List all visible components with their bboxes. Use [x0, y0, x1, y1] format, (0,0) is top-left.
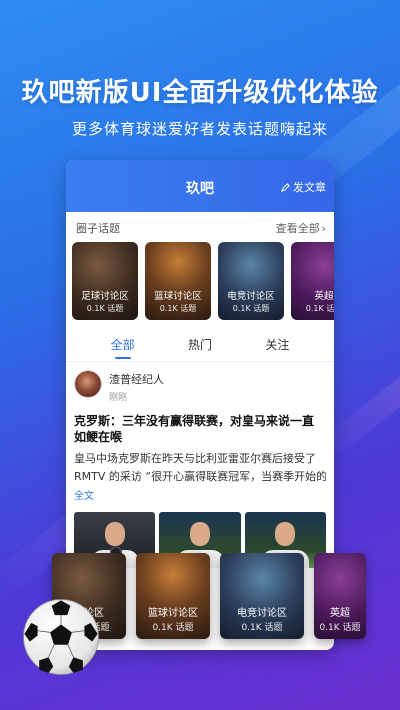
post-body-line: 皇马中场克罗斯在昨天与比利亚雷亚尔赛后接受了 [74, 452, 316, 465]
see-all-link[interactable]: 查看全部 › [276, 220, 326, 236]
post-author-row: 渣普经纪人 刚刚 [74, 370, 326, 403]
featured-card-name: 电竞讨论区 [237, 608, 287, 619]
see-all-label: 查看全部 [275, 222, 320, 235]
post-author-name[interactable]: 渣普经纪人 [109, 371, 164, 387]
promo-subline: 更多体育球迷爱好者发表话题嗨起来 [71, 120, 328, 138]
circle-card-basketball[interactable]: 篮球讨论区 0.1K 话题 [145, 242, 211, 320]
post-timestamp: 刚刚 [109, 393, 128, 403]
tab-following[interactable]: 关注 [265, 336, 289, 359]
featured-card-premier-league[interactable]: 英超 0.1K 话题 [314, 553, 366, 639]
tab-all[interactable]: 全部 [111, 336, 135, 359]
post-article-label: 发文章 [293, 181, 326, 194]
feed-tabs: 全部 热门 关注 [66, 336, 334, 359]
featured-card-basketball[interactable]: 篮球讨论区 0.1K 话题 [136, 553, 210, 639]
post-body-line: RMTV 的采访 “很开心赢得联赛冠军，当赛季开始的 [74, 470, 326, 483]
circle-card-count: 0.1K 话题 [305, 304, 334, 313]
edit-icon [281, 182, 290, 192]
featured-card-count: 0.1K 话题 [319, 623, 361, 633]
circle-card-count: 0.1K 话题 [159, 304, 197, 313]
circle-section-label: 圈子话题 [76, 222, 120, 235]
chevron-right-icon: › [321, 221, 326, 235]
featured-card-count: 0.1K 话题 [152, 623, 194, 633]
circle-card-count: 0.1K 话题 [86, 304, 124, 313]
post-article-button[interactable]: 发文章 [281, 179, 326, 195]
tab-hot[interactable]: 热门 [188, 336, 212, 359]
post-title[interactable]: 克罗斯：三年没有赢得联赛，对皇马来说一直 如鲠在喉 [74, 413, 326, 445]
app-header: 玖吧 发文章 [66, 160, 334, 212]
circle-cards: 足球讨论区 0.1K 话题 篮球讨论区 0.1K 话题 电竞讨论区 0.1K 话… [66, 242, 334, 320]
circle-card-esports[interactable]: 电竞讨论区 0.1K 话题 [218, 242, 284, 320]
feed-post[interactable]: 渣普经纪人 刚刚 克罗斯：三年没有赢得联赛，对皇马来说一直 如鲠在喉 皇马中场克… [66, 362, 334, 568]
post-title-line: 如鲠在喉 [74, 430, 123, 444]
featured-card-count: 0.1K 话题 [241, 623, 283, 633]
avatar[interactable] [74, 370, 102, 398]
circle-card-football[interactable]: 足球讨论区 0.1K 话题 [72, 242, 138, 320]
circle-card-premier-league[interactable]: 英超 0.1K 话题 [291, 242, 334, 320]
post-title-line: 克罗斯：三年没有赢得联赛，对皇马来说一直 [74, 414, 315, 428]
circle-section-header: 圈子话题 查看全部 › [66, 212, 334, 242]
featured-card-name: 篮球讨论区 [148, 608, 198, 619]
circle-card-count: 0.1K 话题 [232, 304, 270, 313]
promo-headline: 玖吧新版UI全面升级优化体验 [21, 78, 379, 108]
post-read-more-link[interactable]: 全文 [74, 487, 326, 502]
circle-card-name: 足球讨论区 [81, 291, 129, 302]
circle-card-name: 电竞讨论区 [227, 291, 275, 302]
featured-card-esports[interactable]: 电竞讨论区 0.1K 话题 [220, 553, 304, 639]
featured-card-name: 英超 [330, 608, 350, 619]
circle-card-name: 篮球讨论区 [154, 291, 202, 302]
soccer-ball-icon [23, 599, 99, 675]
circle-card-name: 英超 [314, 291, 334, 302]
